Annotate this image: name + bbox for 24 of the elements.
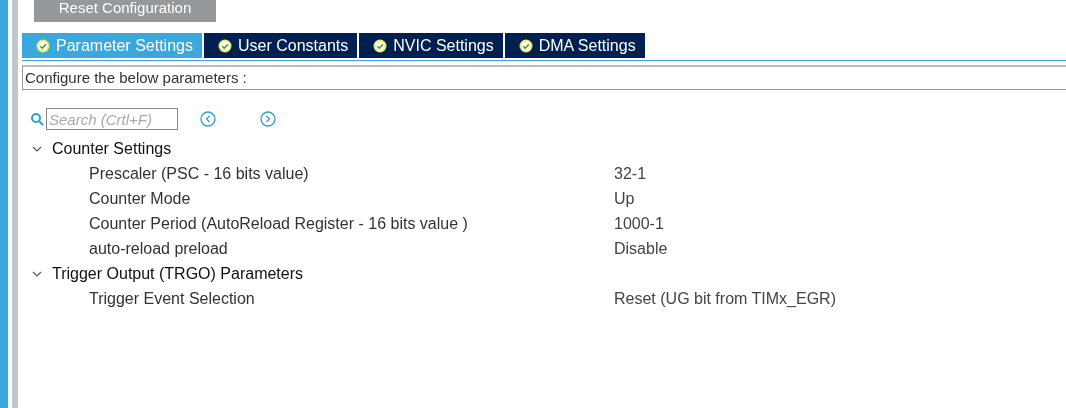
parameter-value: 1000-1 (614, 214, 664, 233)
parameter-name: Prescaler (PSC - 16 bits value) (88, 164, 310, 183)
check-icon (36, 38, 50, 53)
parameter-name: Trigger Event Selection (88, 289, 256, 308)
parameter-value: Disable (614, 239, 668, 258)
parameter-value: Up (614, 189, 635, 208)
check-icon (217, 38, 232, 53)
parameter-name: auto-reload preload (88, 239, 229, 258)
check-icon (518, 38, 533, 53)
description-text: Configure the below parameters : (22, 65, 1066, 90)
check-icon (373, 38, 388, 53)
group-label: Counter Settings (52, 139, 172, 158)
parameter-name: Counter Period (AutoReload Register - 16 bits value ) (88, 214, 469, 233)
search-icon[interactable] (30, 112, 44, 126)
tab[interactable]: DMA Settings (504, 33, 645, 58)
previous-icon[interactable] (200, 111, 216, 127)
parameter-name: Counter Mode (88, 189, 192, 208)
tab[interactable]: NVIC Settings (359, 33, 503, 58)
parameter-value: 32-1 (614, 164, 647, 183)
next-icon[interactable] (260, 111, 276, 127)
search-field[interactable]: Search (Crtl+F) (46, 108, 178, 130)
parameter-value: Reset (UG bit from TIMx_EGR) (614, 289, 836, 308)
tab[interactable]: User Constants (203, 33, 358, 58)
group-label: Trigger Output (TRGO) Parameters (52, 264, 304, 283)
